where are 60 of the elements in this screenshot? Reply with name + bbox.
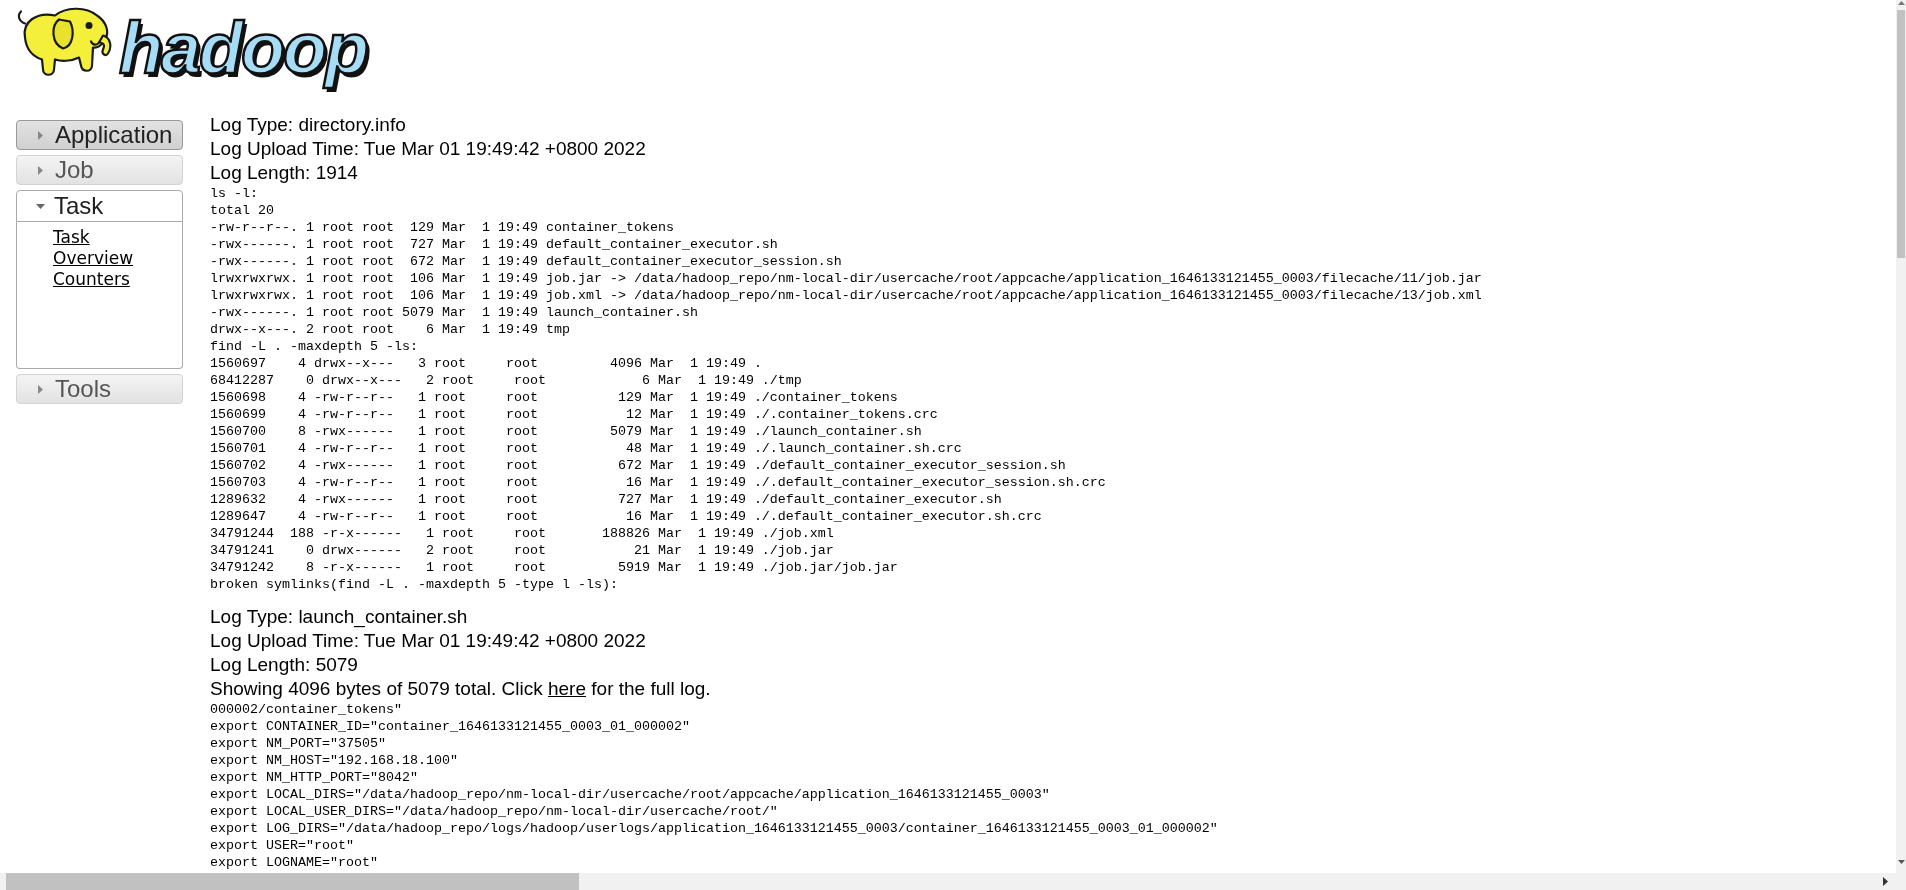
log-line: total 20 — [210, 202, 274, 219]
triangle-right-icon — [38, 384, 43, 394]
log-line: export USER="root" — [210, 837, 354, 854]
log-info-line: Log Length: 5079 — [210, 653, 358, 677]
log-line: -rwx------. 1 root root 727 Mar 1 19:49 default_container_executor.sh — [210, 236, 778, 253]
log-line: 1560698 4 -rw-r--r-- 1 root root 129 Mar 1 19:49 ./container_tokens — [210, 389, 898, 406]
logo-text: hadoop — [118, 7, 368, 90]
log-info-line: Log Upload Time: Tue Mar 01 19:49:42 +0800 2022 — [210, 629, 646, 653]
log-line: 68412287 0 drwx--x--- 2 root root 6 Mar 1 19:49 ./tmp — [210, 372, 802, 389]
nav-link[interactable]: Counters — [53, 269, 130, 290]
log-line: export NM_PORT="37505" — [210, 735, 386, 752]
log-line: 1560703 4 -rw-r--r-- 1 root root 16 Mar 1 19:49 ./.default_container_executor_session.sh.crc — [210, 474, 1106, 491]
full-log-link[interactable]: here — [548, 678, 586, 699]
accordion-header[interactable]: Application — [16, 120, 183, 150]
scrollbar-thumb[interactable] — [6, 873, 579, 890]
log-info-line: Log Type: directory.info — [210, 113, 406, 137]
log-line: 1560701 4 -rw-r--r-- 1 root root 48 Mar 1 19:49 ./.launch_container.sh.crc — [210, 440, 962, 457]
log-line: export LOCAL_DIRS="/data/hadoop_repo/nm-local-dir/usercache/root/appcache/application_1646133121455_0003" — [210, 786, 1050, 803]
log-line: 1560697 4 drwx--x--- 3 root root 4096 Mar 1 19:49 . — [210, 355, 762, 372]
scroll-down-icon[interactable] — [1897, 860, 1905, 864]
log-line: 34791242 8 -r-x------ 1 root root 5919 Mar 1 19:49 ./job.jar/job.jar — [210, 559, 898, 576]
log-line: export LOGNAME="root" — [210, 854, 378, 871]
log-line: broken symlinks(find -L . -maxdepth 5 -type l -ls): — [210, 576, 618, 593]
log-line: 1289632 4 -rwx------ 1 root root 727 Mar 1 19:49 ./default_container_executor.sh — [210, 491, 1002, 508]
vertical-scrollbar[interactable] — [1896, 0, 1906, 873]
triangle-down-icon — [36, 203, 45, 209]
log-line: find -L . -maxdepth 5 -ls: — [210, 338, 418, 355]
accordion-header[interactable]: Task — [16, 190, 183, 222]
accordion-header[interactable]: Job — [16, 155, 183, 185]
log-info-line: Log Length: 1914 — [210, 161, 358, 185]
log-line: -rwx------. 1 root root 672 Mar 1 19:49 default_container_executor_session.sh — [210, 253, 842, 270]
triangle-right-icon — [38, 165, 43, 175]
log-line: export NM_HTTP_PORT="8042" — [210, 769, 418, 786]
log-line: 000002/container_tokens" — [210, 701, 402, 718]
log-info-line: Log Type: launch_container.sh — [210, 605, 468, 629]
log-line: 1289647 4 -rw-r--r-- 1 root root 16 Mar 1 19:49 ./.default_container_executor.sh.crc — [210, 508, 1042, 525]
log-line: lrwxrwxrwx. 1 root root 106 Mar 1 19:49 job.jar -> /data/hadoop_repo/nm-local-dir/usercache/root/appcache/application_1646133121455_0003/filecache/11/job.jar — [210, 270, 1482, 287]
log-line: 1560700 8 -rwx------ 1 root root 5079 Mar 1 19:49 ./launch_container.sh — [210, 423, 922, 440]
log-line: 34791241 0 drwx------ 2 root root 21 Mar 1 19:49 ./job.jar — [210, 542, 834, 559]
scroll-up-icon[interactable] — [1897, 1, 1905, 5]
log-line: export CONTAINER_ID="container_1646133121455_0003_01_000002" — [210, 718, 690, 735]
nav-link[interactable]: Task Overview — [53, 227, 153, 269]
accordion-header[interactable]: Tools — [16, 374, 183, 404]
log-notice: Showing 4096 bytes of 5079 total. Click here for the full log. — [210, 677, 711, 701]
log-line: 1560702 4 -rwx------ 1 root root 672 Mar 1 19:49 ./default_container_executor_session.sh — [210, 457, 1066, 474]
log-line: export LOG_DIRS="/data/hadoop_repo/logs/hadoop/userlogs/application_1646133121455_0003/container_1646133121455_0003_01_000002" — [210, 820, 1218, 837]
log-line: 34791244 188 -r-x------ 1 root root 188826 Mar 1 19:49 ./job.xml — [210, 525, 834, 542]
log-line: drwx--x---. 2 root root 6 Mar 1 19:49 tmp — [210, 321, 570, 338]
log-info-line: Log Upload Time: Tue Mar 01 19:49:42 +0800 2022 — [210, 137, 646, 161]
horizontal-scrollbar[interactable] — [0, 873, 1906, 890]
log-line: -rw-r--r--. 1 root root 129 Mar 1 19:49 container_tokens — [210, 219, 674, 236]
log-line: export LOCAL_USER_DIRS="/data/hadoop_repo/nm-local-dir/usercache/root/" — [210, 803, 778, 820]
log-line: lrwxrwxrwx. 1 root root 106 Mar 1 19:49 job.xml -> /data/hadoop_repo/nm-local-dir/usercache/root/appcache/application_1646133121455_0003/filecache/13/job.xml — [210, 287, 1482, 304]
triangle-right-icon — [38, 130, 43, 140]
scroll-right-icon[interactable] — [1883, 877, 1888, 886]
log-line: 1560699 4 -rw-r--r-- 1 root root 12 Mar 1 19:49 ./.container_tokens.crc — [210, 406, 938, 423]
log-line: -rwx------. 1 root root 5079 Mar 1 19:49 launch_container.sh — [210, 304, 698, 321]
scrollbar-thumb[interactable] — [1897, 10, 1905, 258]
log-line: export NM_HOST="192.168.18.100" — [210, 752, 458, 769]
log-line: ls -l: — [210, 185, 258, 202]
